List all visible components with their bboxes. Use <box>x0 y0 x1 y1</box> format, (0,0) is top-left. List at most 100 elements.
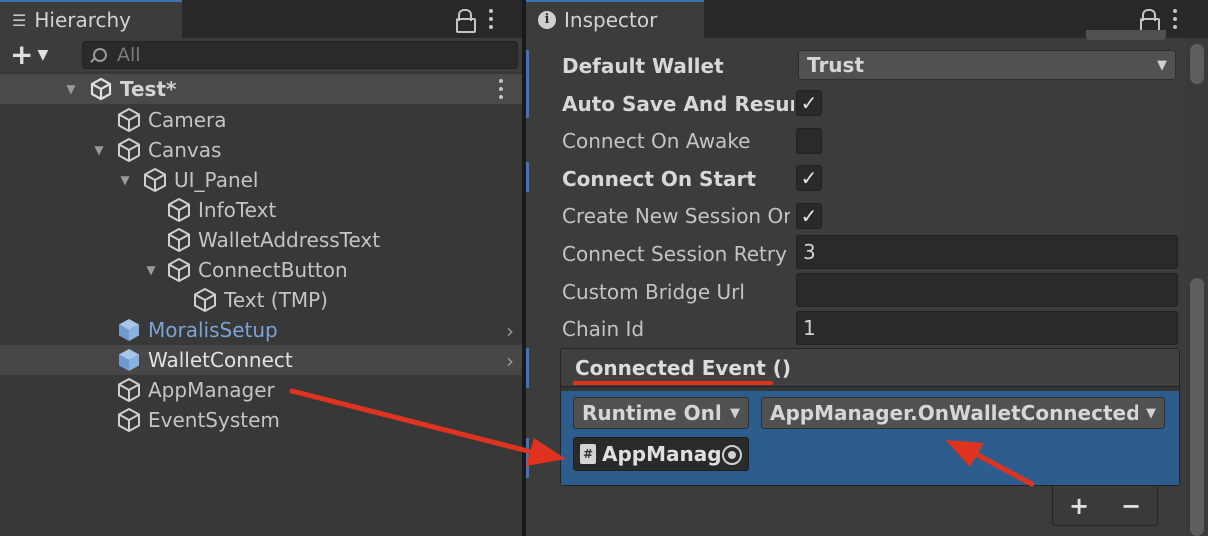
search-input[interactable]: All <box>82 41 518 69</box>
tree-item-text-tmp[interactable]: Text (TMP) <box>0 285 522 315</box>
tree-item-moralissetup[interactable]: MoralisSetup › <box>0 315 522 345</box>
prop-label-connect-on-start: Connect On Start <box>562 167 756 191</box>
prop-label-default-wallet: Default Wallet <box>562 54 724 78</box>
lock-icon[interactable] <box>1140 9 1160 33</box>
override-bar <box>526 50 529 88</box>
chevron-right-icon[interactable]: › <box>506 349 514 373</box>
cube-icon <box>166 197 192 223</box>
inspector-panel: i Inspector Default Wallet Trust ▼ Auto … <box>526 0 1208 536</box>
create-button[interactable]: + ▼ <box>10 41 48 69</box>
prop-label-connect-on-awake: Connect On Awake <box>562 129 751 153</box>
scene-menu-icon[interactable] <box>498 79 504 99</box>
chevron-right-icon[interactable]: › <box>506 319 514 343</box>
prefab-cube-icon <box>116 317 142 343</box>
object-picker-icon[interactable] <box>722 445 742 465</box>
inspector-scrollbar[interactable] <box>1186 38 1208 536</box>
prop-label-custom-bridge-url: Custom Bridge Url <box>562 280 745 304</box>
tree-item-connectbutton[interactable]: ▼ ConnectButton <box>0 255 522 285</box>
inspector-tab-label: Inspector <box>564 8 658 32</box>
hierarchy-tabbar: ☰ Hierarchy <box>0 0 522 38</box>
checkmark-icon: ✓ <box>800 91 818 115</box>
annotation-underline <box>573 381 773 385</box>
kebab-icon[interactable] <box>488 9 494 29</box>
default-wallet-dropdown[interactable]: Trust ▼ <box>798 50 1176 80</box>
checkmark-icon: ✓ <box>800 166 818 190</box>
tree-item-label: EventSystem <box>148 408 280 432</box>
tab-inspector[interactable]: i Inspector <box>526 0 704 38</box>
session-retry-field[interactable]: 3 <box>796 235 1178 269</box>
inspector-body: Default Wallet Trust ▼ Auto Save And Res… <box>526 30 1208 536</box>
custom-bridge-url-field[interactable] <box>796 273 1178 307</box>
event-header: Connected Event () <box>561 349 1179 387</box>
scene-row[interactable]: ▼ Test* <box>0 74 522 104</box>
connect-on-start-checkbox[interactable]: ✓ <box>796 165 822 191</box>
chain-id-value: 1 <box>803 316 816 340</box>
target-object-value: AppManager <box>602 442 720 466</box>
dropdown-arrow-icon: ▼ <box>1146 405 1156 421</box>
tree-item-label: Camera <box>148 108 227 132</box>
function-dropdown[interactable]: AppManager.OnWalletConnected ▼ <box>761 397 1165 429</box>
tree-item-label: MoralisSetup <box>148 318 278 342</box>
tree-item-label: Text (TMP) <box>224 288 328 312</box>
info-icon: i <box>538 11 556 29</box>
prop-label-create-new-session: Create New Session On Sleep <box>562 204 790 228</box>
scroll-thumb-top[interactable] <box>1190 44 1204 84</box>
tree-item-eventsystem[interactable]: EventSystem <box>0 405 522 435</box>
cube-icon <box>192 287 218 313</box>
kebab-icon[interactable] <box>1172 9 1178 29</box>
tree-item-walletconnect[interactable]: WalletConnect › <box>0 345 522 375</box>
prop-label-session-retry: Connect Session Retry Count <box>562 242 794 266</box>
chain-id-field[interactable]: 1 <box>796 311 1178 345</box>
fold-arrow-icon[interactable]: ▼ <box>118 173 132 187</box>
runtime-mode-value: Runtime Only <box>582 401 722 425</box>
fold-arrow-icon[interactable]: ▼ <box>64 82 78 96</box>
fold-arrow-icon[interactable]: ▼ <box>144 263 158 277</box>
tree-item-label: UI_Panel <box>174 168 259 192</box>
cube-icon <box>142 167 168 193</box>
prefab-cube-icon <box>116 347 142 373</box>
default-wallet-value: Trust <box>807 53 865 77</box>
hierarchy-panel: ☰ Hierarchy + ▼ All ▼ Test* Camera ▼ Can… <box>0 0 522 536</box>
cube-icon <box>166 227 192 253</box>
event-title: Connected Event () <box>575 356 792 380</box>
cube-icon <box>116 377 142 403</box>
hierarchy-toolbar: + ▼ All <box>0 38 522 72</box>
tree-item-infotext[interactable]: InfoText <box>0 195 522 225</box>
remove-listener-button[interactable]: − <box>1121 492 1141 520</box>
scene-label: Test* <box>120 77 177 101</box>
scroll-thumb[interactable] <box>1190 278 1204 536</box>
plus-icon: + <box>10 38 34 71</box>
tree-item-ui-panel[interactable]: ▼ UI_Panel <box>0 165 522 195</box>
connect-on-awake-checkbox[interactable] <box>796 128 822 154</box>
tree-item-label: AppManager <box>148 378 275 402</box>
session-retry-value: 3 <box>803 240 816 264</box>
override-bar <box>526 438 529 478</box>
tree-item-label: InfoText <box>198 198 277 222</box>
event-entry[interactable]: Runtime Only ▼ AppManager.OnWalletConnec… <box>561 391 1179 485</box>
dropdown-arrow-icon: ▼ <box>730 405 740 421</box>
event-footer-buttons: + − <box>1052 486 1158 526</box>
target-object-field[interactable]: # AppManager <box>573 437 749 471</box>
search-icon <box>93 48 107 62</box>
lock-icon[interactable] <box>456 9 476 33</box>
fold-arrow-icon[interactable]: ▼ <box>92 143 106 157</box>
cube-icon <box>116 107 142 133</box>
script-icon: # <box>580 444 596 464</box>
tree-item-canvas[interactable]: ▼ Canvas <box>0 135 522 165</box>
caret-down-icon: ▼ <box>37 47 49 63</box>
tree-item-appmanager[interactable]: AppManager <box>0 375 522 405</box>
tree-item-walletaddresstext[interactable]: WalletAddressText <box>0 225 522 255</box>
add-listener-button[interactable]: + <box>1069 492 1089 520</box>
hierarchy-list-icon: ☰ <box>12 10 27 30</box>
auto-save-checkbox[interactable]: ✓ <box>796 90 822 116</box>
connected-event-box: Connected Event () Runtime Only ▼ AppMan… <box>560 348 1180 486</box>
prop-label-auto-save: Auto Save And Resume <box>562 92 794 116</box>
hierarchy-tab-label: Hierarchy <box>34 8 132 32</box>
tree-item-camera[interactable]: Camera <box>0 105 522 135</box>
search-placeholder: All <box>117 44 141 66</box>
runtime-mode-dropdown[interactable]: Runtime Only ▼ <box>573 397 749 429</box>
unity-scene-icon <box>90 77 112 101</box>
tab-hierarchy[interactable]: ☰ Hierarchy <box>0 0 182 38</box>
override-bar <box>526 162 529 192</box>
create-new-session-checkbox[interactable]: ✓ <box>796 203 822 229</box>
